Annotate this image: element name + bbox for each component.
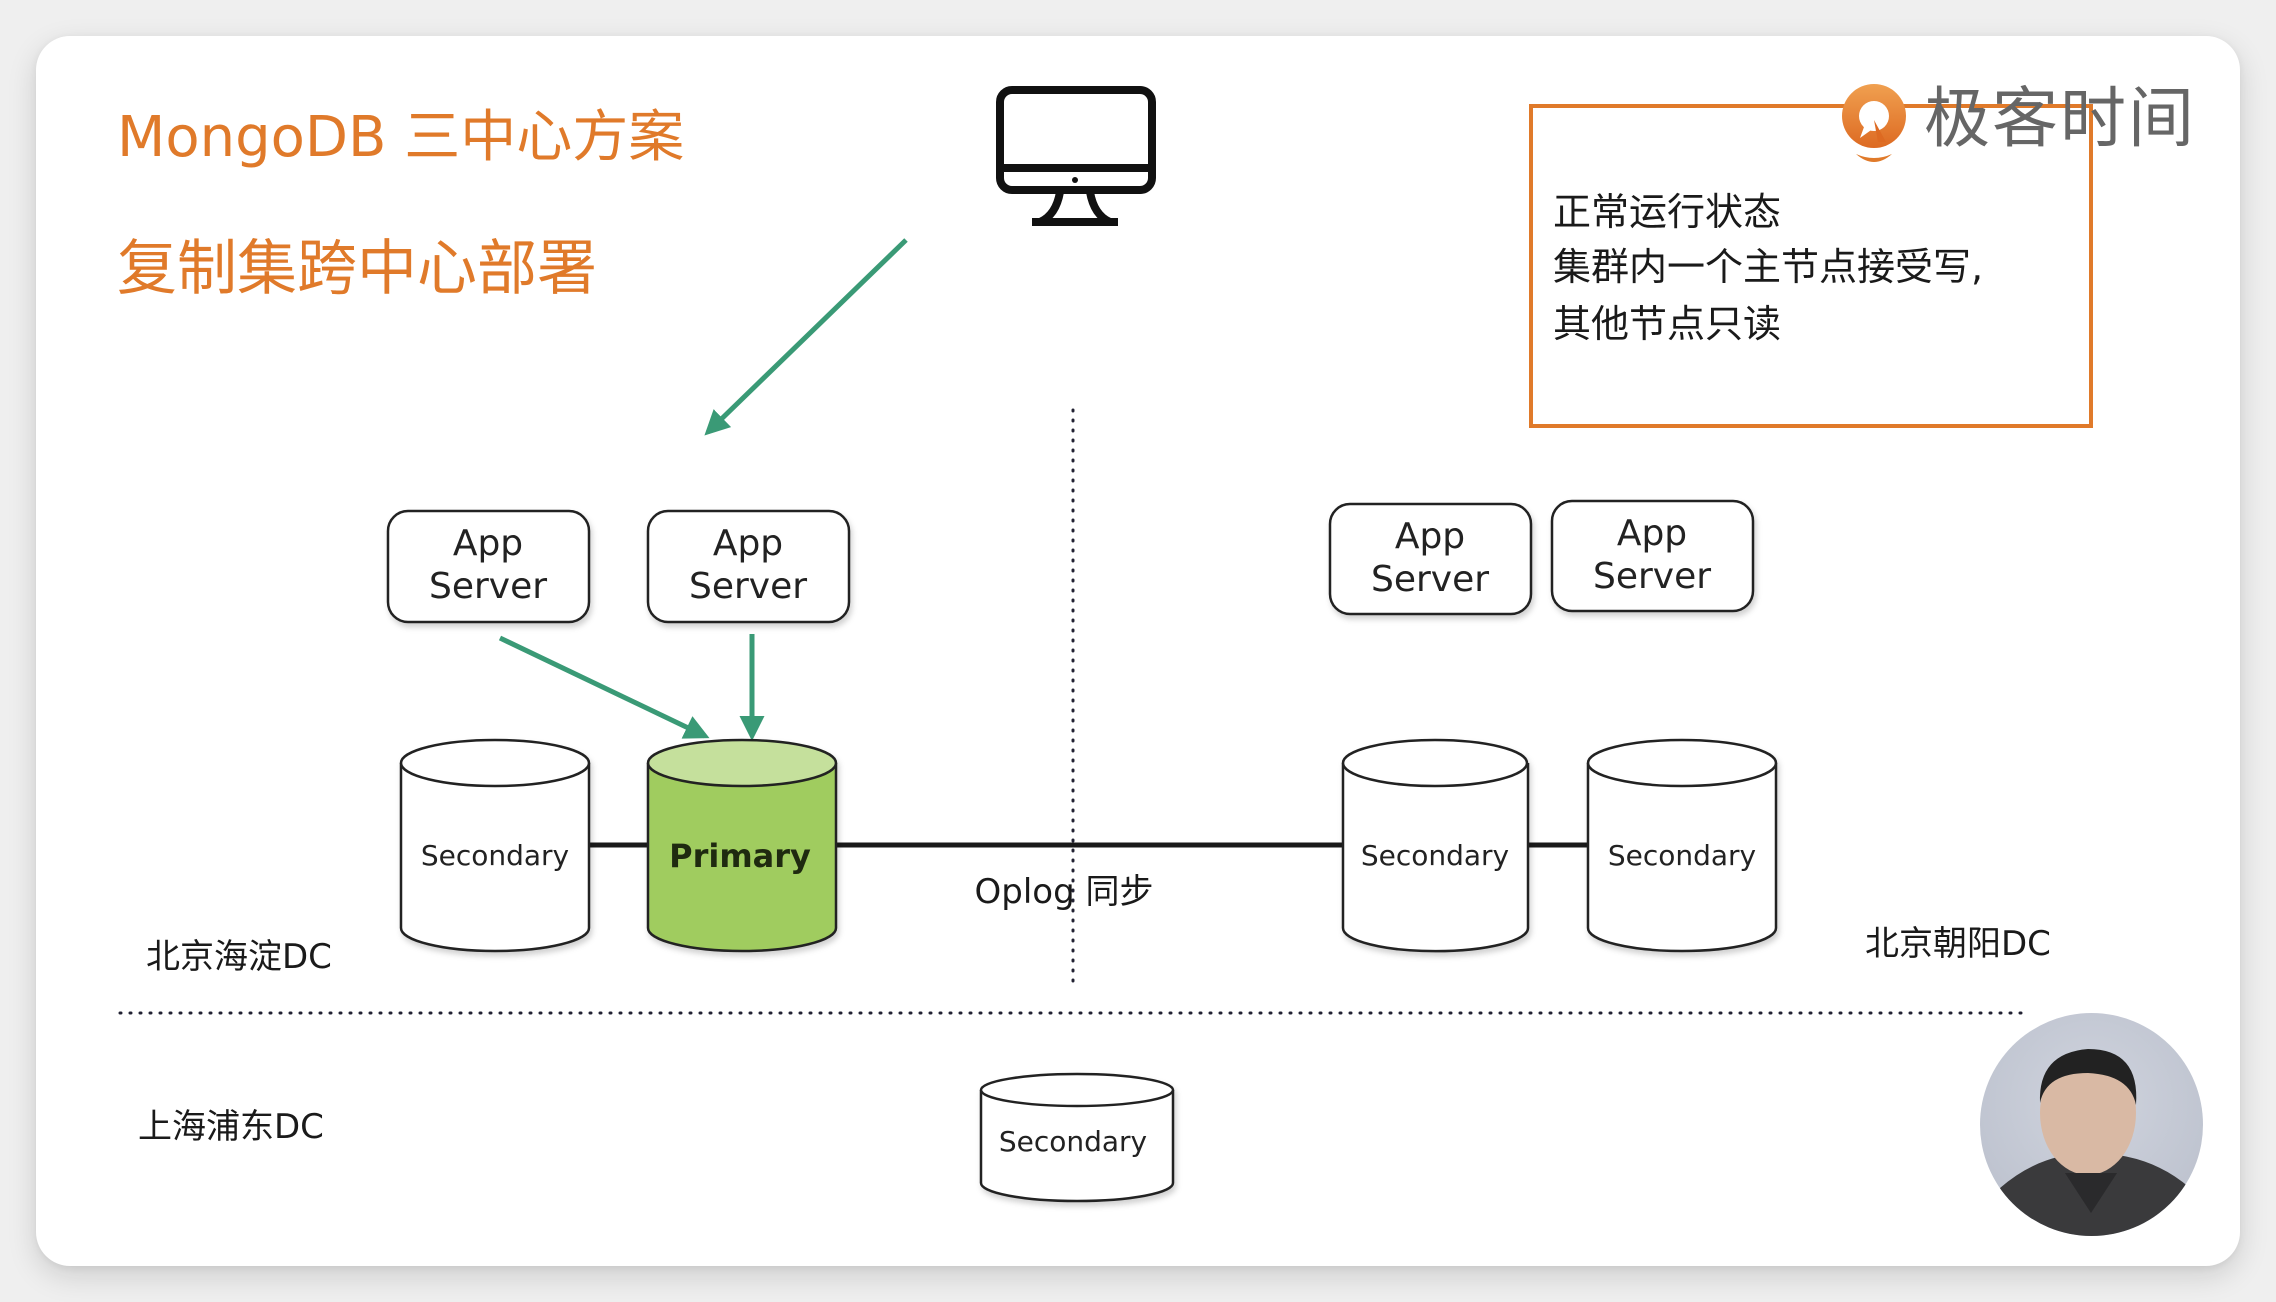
app-server-label: Server — [689, 566, 807, 607]
dc-label-pudong: 上海浦东DC — [138, 1107, 324, 1147]
db-node-label: Secondary — [1361, 839, 1509, 872]
app-server-label: App — [1395, 516, 1465, 557]
app-server-label: Server — [429, 566, 547, 607]
app-server-label: App — [453, 523, 523, 564]
app-server-label: Server — [1593, 556, 1711, 597]
db-node-label: Primary — [669, 837, 811, 875]
app-server-label: Server — [1371, 559, 1489, 600]
desktop-monitor-icon — [996, 86, 1156, 226]
dc-label-chaoyang: 北京朝阳DC — [1865, 924, 2051, 964]
write-arrow — [498, 635, 710, 739]
dc-label-haidian: 北京海淀DC — [146, 937, 332, 977]
client-arrow — [704, 238, 908, 436]
app-server-label: App — [713, 523, 783, 564]
db-node-label: Secondary — [421, 839, 569, 872]
presenter-video-avatar — [1980, 1013, 2203, 1236]
db-node-label: Secondary — [1608, 839, 1756, 872]
db-node-label: Secondary — [999, 1125, 1147, 1158]
replication-label: Oplog 同步 — [975, 872, 1154, 912]
app-server-label: App — [1617, 513, 1687, 554]
architecture-diagram: App Server App Server App Server App Ser… — [118, 86, 2032, 1203]
